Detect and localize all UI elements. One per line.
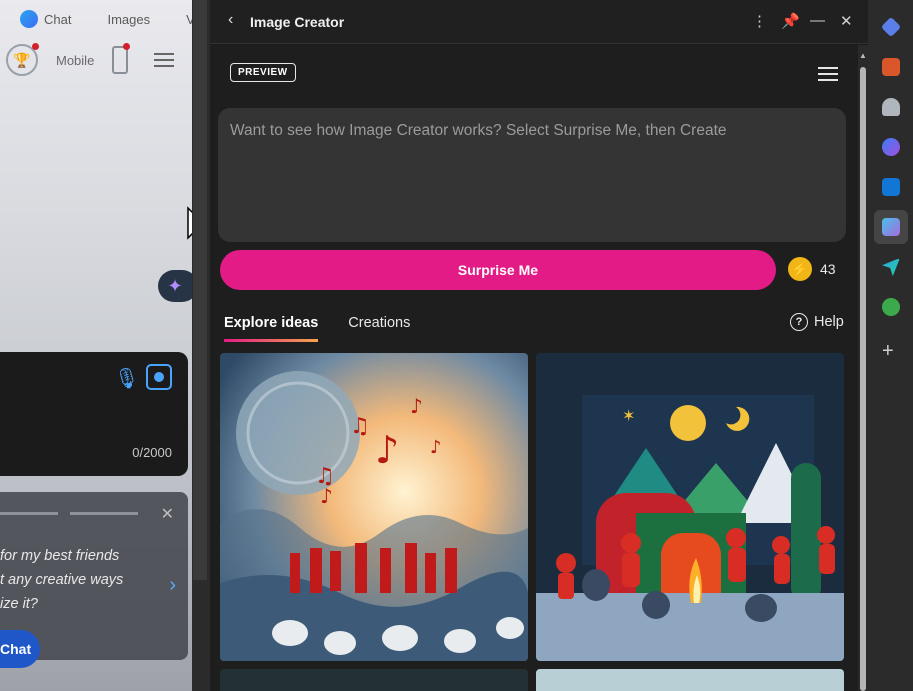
panel-title: Image Creator — [250, 14, 345, 30]
tab-creations[interactable]: Creations — [348, 315, 410, 342]
phone-icon[interactable] — [112, 43, 131, 74]
chevron-right-icon[interactable]: › — [169, 574, 176, 597]
nav-images[interactable]: Images — [107, 12, 150, 27]
tag-icon[interactable] — [880, 16, 902, 38]
toolbox-icon[interactable] — [882, 58, 900, 76]
surprise-me-button[interactable]: Surprise Me — [220, 250, 776, 290]
mobile-label[interactable]: Mobile — [56, 53, 94, 68]
sparkle-button[interactable]: ✦ — [158, 270, 192, 302]
close-panel-icon[interactable]: ✕ — [840, 12, 853, 30]
svg-text:♪: ♪ — [375, 428, 399, 472]
nav-chat[interactable]: Chat — [20, 10, 71, 28]
chat-icon — [20, 10, 38, 28]
tab-explore-ideas[interactable]: Explore ideas — [224, 315, 319, 342]
svg-text:♫: ♫ — [350, 414, 370, 439]
image-creator-panel: ‹ Image Creator ⋮ 📌 — ✕ PREVIEW Want to … — [210, 0, 868, 691]
back-icon[interactable]: ‹ — [228, 11, 233, 29]
help-label: Help — [814, 314, 844, 330]
menu-icon[interactable] — [818, 67, 838, 81]
suggestion-card: ✕ for my best friends t any creative way… — [0, 492, 188, 668]
nav-chat-label: Chat — [44, 11, 72, 27]
top-nav: Chat Images V — [20, 10, 192, 28]
idea-image-campfire[interactable]: ✶ — [536, 353, 844, 661]
boost-icon: ⚡ — [788, 257, 812, 281]
panel-content: PREVIEW Want to see how Image Creator wo… — [210, 45, 858, 691]
idea-image-4[interactable] — [536, 669, 844, 691]
chat-input-box[interactable]: 🎙 0/2000 — [0, 352, 188, 476]
visual-search-icon[interactable] — [146, 364, 172, 390]
boost-counter[interactable]: ⚡ 43 — [788, 257, 836, 281]
suggestion-text[interactable]: for my best friends t any creative ways … — [0, 544, 160, 616]
help-icon: ? — [790, 313, 808, 331]
chat-button[interactable]: Chat — [0, 630, 40, 668]
char-count: 0/2000 — [132, 445, 172, 460]
tree-icon[interactable] — [882, 298, 900, 316]
pin-icon[interactable]: 📌 — [781, 12, 800, 30]
scroll-thumb[interactable] — [860, 67, 866, 691]
boost-count: 43 — [820, 261, 836, 277]
add-icon[interactable]: + — [882, 340, 894, 363]
header-row: 🏆 Mobile — [6, 43, 175, 76]
idea-image-3[interactable] — [220, 669, 528, 691]
hamburger-menu-icon[interactable] — [154, 53, 175, 67]
preview-badge: PREVIEW — [230, 63, 296, 82]
minimize-icon[interactable]: — — [810, 12, 825, 29]
more-options-icon[interactable]: ⋮ — [752, 12, 767, 30]
microphone-icon[interactable]: 🎙 — [114, 366, 139, 391]
svg-text:✶: ✶ — [622, 406, 635, 425]
edge-sidebar: + — [868, 0, 913, 691]
svg-text:♪: ♪ — [410, 394, 423, 418]
scroll-up-icon[interactable]: ▲ — [859, 51, 867, 60]
rewards-icon[interactable]: 🏆 — [6, 43, 39, 76]
outlook-icon[interactable] — [882, 178, 900, 196]
send-icon[interactable] — [882, 258, 900, 276]
svg-text:♪: ♪ — [320, 484, 333, 508]
carousel-indicators — [0, 512, 138, 515]
tab-bar: Explore ideas Creations — [224, 315, 410, 342]
chess-icon[interactable] — [882, 98, 900, 116]
help-link[interactable]: ? Help — [790, 313, 844, 331]
panel-scrollbar[interactable]: ▲ — [858, 45, 868, 691]
prompt-input[interactable]: Want to see how Image Creator works? Sel… — [218, 108, 846, 242]
image-creator-icon[interactable] — [882, 218, 900, 236]
panel-titlebar: ‹ Image Creator ⋮ 📌 — ✕ — [210, 0, 868, 44]
pane-divider[interactable] — [192, 0, 210, 691]
idea-image-music[interactable]: ♪ ♫ ♪ ♫ ♪ ♪ — [220, 353, 528, 661]
browser-pane: Chat Images V 🏆 Mobile ✦ 🎙 0/2000 ✕ for … — [0, 0, 192, 691]
screen: Chat Images V 🏆 Mobile ✦ 🎙 0/2000 ✕ for … — [0, 0, 913, 691]
close-icon[interactable]: ✕ — [161, 504, 174, 524]
copilot-icon[interactable] — [882, 138, 900, 156]
svg-text:♪: ♪ — [430, 437, 442, 458]
